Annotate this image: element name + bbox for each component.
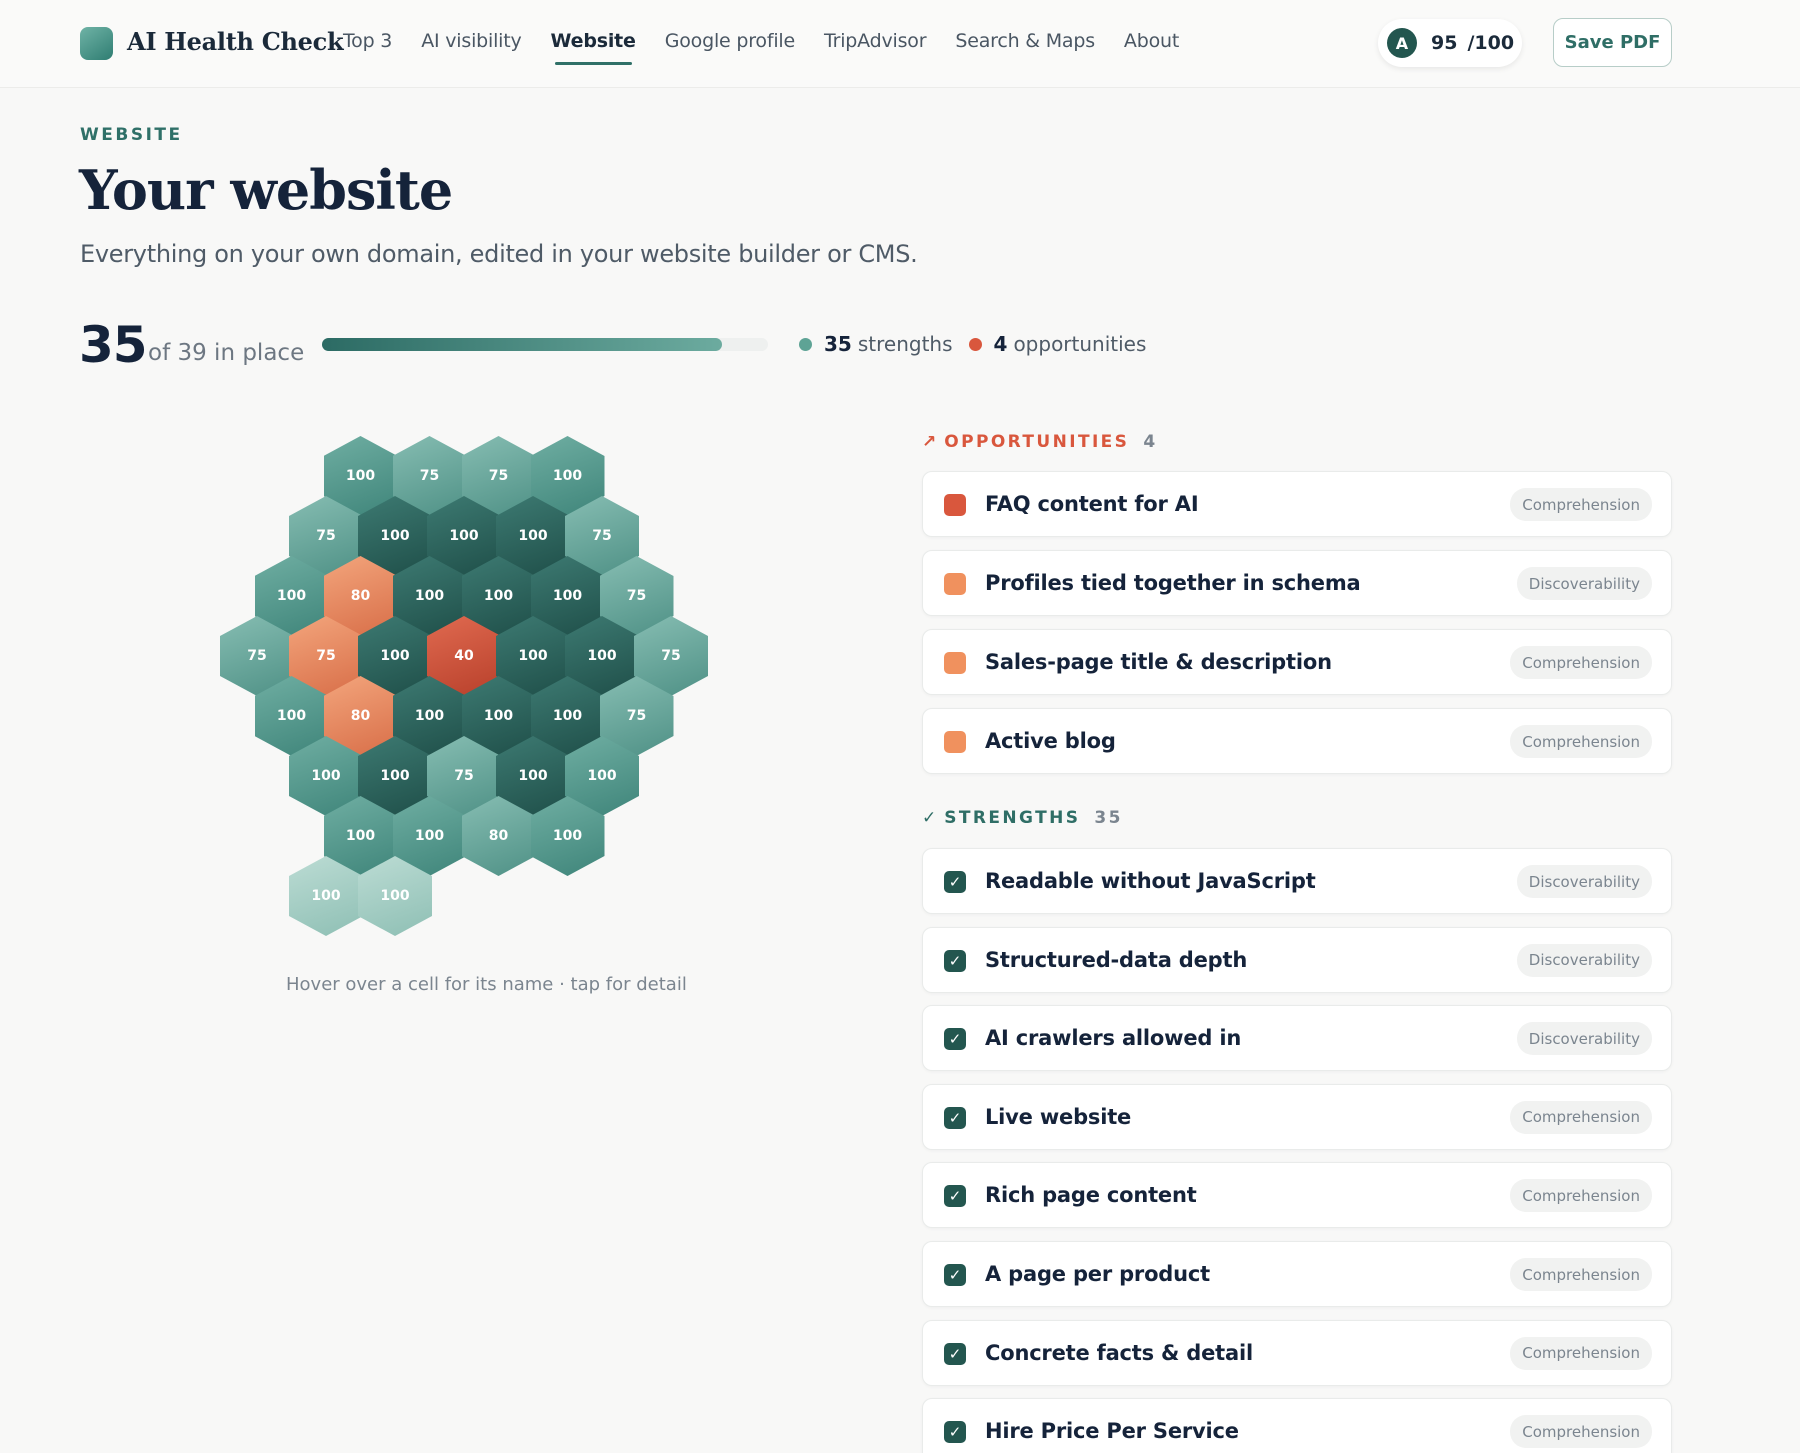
category-tag: Discoverability	[1516, 865, 1652, 898]
category-tag: Comprehension	[1510, 1336, 1652, 1370]
category-tag: Comprehension	[1510, 725, 1652, 758]
brand-name[interactable]: AI Health Check	[127, 27, 344, 56]
nav-link-search-maps[interactable]: Search & Maps	[955, 30, 1095, 52]
opportunities-heading-count: 4	[1143, 432, 1158, 452]
check-icon: ✓	[922, 808, 937, 828]
nav-link-ai-visibility[interactable]: AI visibility	[421, 30, 522, 52]
section-eyebrow: WEBSITE	[80, 125, 183, 145]
arrow-up-right-icon: ↗	[922, 432, 937, 452]
page-title: Your website	[79, 158, 453, 222]
opportunity-card[interactable]: Sales-page title & description Comprehens…	[922, 629, 1672, 695]
strength-label: AI crawlers allowed in	[985, 1026, 1242, 1051]
strength-card[interactable]: ✓ Structured-data depth Discoverability	[922, 926, 1672, 993]
logo-icon[interactable]	[80, 27, 113, 60]
opportunities-heading-label: OPPORTUNITIES	[944, 432, 1130, 452]
legend-opportunities: 4 opportunities	[968, 332, 1147, 356]
nav-links: Top 3 AI visibility Website Google profile T…	[343, 30, 1208, 65]
strength-label: Rich page content	[985, 1183, 1197, 1208]
top-nav: AI Health Check Top 3 AI visibility Websit…	[0, 0, 1800, 88]
nav-link-about[interactable]: About	[1124, 30, 1179, 52]
category-tag: Comprehension	[1510, 646, 1652, 679]
opportunity-dot-icon	[968, 337, 982, 351]
strength-card[interactable]: ✓ Readable without JavaScript Discoverabil…	[922, 848, 1672, 914]
strength-label: Structured-data depth	[985, 947, 1248, 972]
checkbox-checked-icon: ✓	[944, 1264, 966, 1286]
checkbox-checked-icon: ✓	[944, 1028, 966, 1051]
strength-label: Readable without JavaScript	[985, 869, 1316, 893]
category-tag: Discoverability	[1516, 567, 1652, 600]
strength-card[interactable]: ✓ Rich page content Comprehension	[922, 1162, 1672, 1229]
status-square-icon	[944, 731, 966, 753]
strengths-count: 35	[824, 332, 852, 356]
checkbox-checked-icon: ✓	[944, 1106, 966, 1129]
category-tag: Comprehension	[1510, 1100, 1652, 1134]
opportunity-label: Active blog	[985, 729, 1116, 753]
strength-card[interactable]: ✓ Hire Price Per Service Comprehension	[922, 1398, 1672, 1453]
status-square-icon	[944, 494, 966, 516]
score-value: 95	[1431, 32, 1458, 54]
hex-grid-hint: Hover over a cell for its name · tap for…	[286, 974, 687, 995]
opportunity-card[interactable]: FAQ content for AI Comprehension	[922, 471, 1672, 537]
strength-label: A page per product	[985, 1262, 1210, 1286]
page-subtitle: Everything on your own domain, edited in…	[80, 240, 918, 268]
score-pill[interactable]: A 95 /100	[1378, 19, 1522, 67]
nav-link-google-profile[interactable]: Google profile	[665, 30, 795, 52]
category-tag: Discoverability	[1516, 943, 1652, 977]
category-tag: Comprehension	[1510, 1415, 1652, 1449]
opportunity-label: Sales-page title & description	[985, 650, 1332, 674]
opportunity-label: Profiles tied together in schema	[985, 571, 1361, 595]
opportunities-count: 4	[993, 332, 1008, 356]
opportunity-card[interactable]: Active blog Comprehension	[922, 708, 1672, 774]
in-place-count: 35	[79, 316, 148, 374]
category-tag: Comprehension	[1510, 1179, 1652, 1213]
hex-grid: 100 75 75 100 75 100 100 100 75 100 80 100 100 100 75 7…	[220, 436, 740, 956]
legend-strengths: 35 strengths	[799, 332, 953, 356]
nav-link-tripadvisor[interactable]: TripAdvisor	[824, 30, 927, 52]
score-avatar: A	[1387, 28, 1417, 58]
checkbox-checked-icon: ✓	[944, 1421, 966, 1444]
summary-legend: 35 strengths 4 opportunities	[799, 332, 1162, 356]
strength-card[interactable]: ✓ A page per product Comprehension	[922, 1241, 1672, 1307]
progress-fill	[322, 338, 723, 351]
strengths-label: strengths	[857, 332, 953, 356]
strengths-heading-label: STRENGTHS	[944, 808, 1081, 828]
strengths-heading-count: 35	[1094, 808, 1123, 828]
progress-bar	[322, 338, 768, 351]
category-tag: Comprehension	[1510, 488, 1652, 521]
save-pdf-button[interactable]: Save PDF	[1553, 18, 1672, 67]
opportunities-label: opportunities	[1013, 332, 1147, 356]
strength-card[interactable]: ✓ AI crawlers allowed in Discoverability	[922, 1005, 1672, 1072]
nav-link-top-3[interactable]: Top 3	[343, 30, 392, 52]
strength-label: Hire Price Per Service	[985, 1419, 1239, 1444]
strength-card[interactable]: ✓ Concrete facts & detail Comprehension	[922, 1319, 1672, 1386]
checkbox-checked-icon: ✓	[944, 871, 966, 893]
status-square-icon	[944, 573, 966, 595]
strength-label: Live website	[985, 1104, 1132, 1129]
strength-dot-icon	[799, 337, 812, 351]
score-max: /100	[1467, 32, 1515, 54]
strengths-heading: ✓ STRENGTHS 35	[922, 808, 1123, 828]
nav-link-website[interactable]: Website	[551, 30, 636, 65]
checkbox-checked-icon: ✓	[944, 949, 966, 972]
checkbox-checked-icon: ✓	[944, 1185, 966, 1208]
category-tag: Comprehension	[1510, 1258, 1652, 1291]
checkbox-checked-icon: ✓	[944, 1342, 966, 1365]
opportunities-heading: ↗ OPPORTUNITIES 4	[922, 432, 1158, 452]
opportunity-card[interactable]: Profiles tied together in schema Discover…	[922, 550, 1672, 616]
strength-card[interactable]: ✓ Live website Comprehension	[922, 1083, 1672, 1150]
strength-label: Concrete facts & detail	[985, 1340, 1253, 1365]
opportunity-label: FAQ content for AI	[985, 492, 1199, 516]
status-square-icon	[944, 652, 966, 674]
in-place-label: of 39 in place	[148, 340, 305, 366]
category-tag: Discoverability	[1516, 1022, 1652, 1056]
